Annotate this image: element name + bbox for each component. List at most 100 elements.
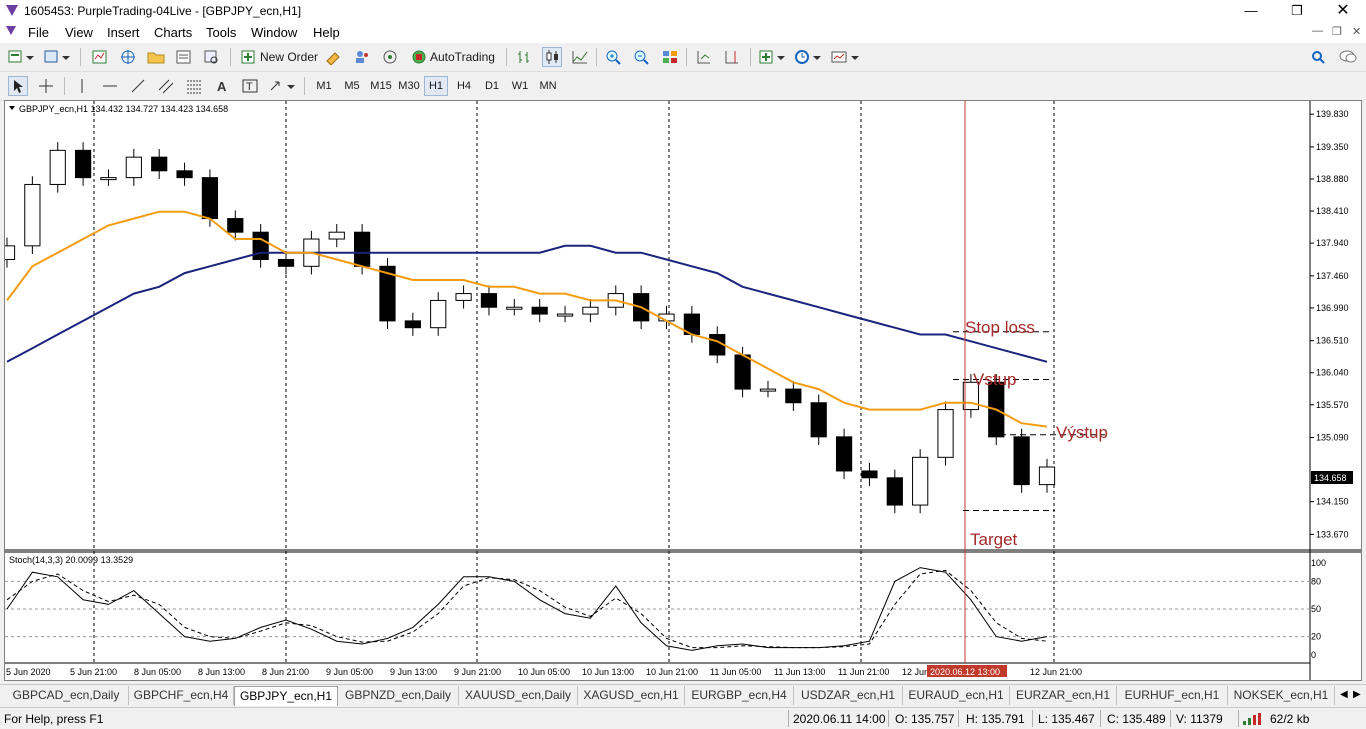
terminal-button[interactable] <box>174 47 194 67</box>
folder-star-icon <box>147 52 165 64</box>
menu-file[interactable]: File <box>28 25 49 40</box>
timeframe-w1[interactable]: W1 <box>508 76 532 96</box>
menu-help[interactable]: Help <box>313 25 340 40</box>
signals-button[interactable] <box>352 47 372 67</box>
navigator-button[interactable] <box>146 47 166 67</box>
stop-loss-annotation[interactable]: Stop loss <box>965 318 1035 337</box>
status-high: H: 135.791 <box>966 712 1025 726</box>
chat-icon <box>1339 50 1357 63</box>
tile-windows-icon <box>663 51 677 63</box>
standard-toolbar: New Order AutoTrading <box>0 43 1366 72</box>
trendline-button[interactable] <box>128 76 148 96</box>
text-tool-button[interactable]: A <box>212 76 232 96</box>
child-minimize-button[interactable]: — <box>1312 25 1323 37</box>
menu-view[interactable]: View <box>65 25 93 40</box>
new-order-button[interactable]: New Order <box>238 47 320 67</box>
tab-gbpnzd-daily[interactable]: GBPNZD_ecn,Daily <box>338 686 459 705</box>
crosshair-tool-button[interactable] <box>36 76 56 96</box>
exit-annotation[interactable]: Výstup <box>1056 423 1108 442</box>
minimize-button[interactable]: — <box>1228 0 1274 22</box>
time-axis-label: 9 Jun 21:00 <box>454 667 501 677</box>
close-button[interactable]: ✕ <box>1320 0 1366 22</box>
profiles-button[interactable] <box>44 47 70 67</box>
chart-menu-triangle-icon[interactable] <box>9 106 15 110</box>
time-axis-label: 10 Jun 21:00 <box>646 667 698 677</box>
crosshair-button[interactable] <box>118 47 138 67</box>
auto-trading-button[interactable]: AutoTrading <box>408 47 497 67</box>
timeframe-m5[interactable]: M5 <box>340 76 364 96</box>
indicators-button[interactable] <box>758 47 786 67</box>
timeframe-m30[interactable]: M30 <box>396 76 422 96</box>
metaeditor-button[interactable] <box>324 47 344 67</box>
timeframe-mn[interactable]: MN <box>536 76 560 96</box>
tab-usdzar-h1[interactable]: USDZAR_ecn,H1 <box>794 686 903 705</box>
tab-gbpchf-h4[interactable]: GBPCHF_ecn,H4 <box>129 686 234 705</box>
candle-body <box>24 183 41 247</box>
price-chart[interactable]: Stop loss Vstup Výstup Target GBPJPY_ecn… <box>5 101 1361 680</box>
tile-windows-button[interactable] <box>660 47 680 67</box>
vertical-line-button[interactable] <box>72 76 92 96</box>
timeframe-h4[interactable]: H4 <box>452 76 476 96</box>
candle-body <box>176 170 193 179</box>
tab-euraud-h1[interactable]: EURAUD_ecn,H1 <box>903 686 1010 705</box>
channel-button[interactable] <box>156 76 176 96</box>
timeframe-m15[interactable]: M15 <box>368 76 394 96</box>
horizontal-line-button[interactable] <box>100 76 120 96</box>
new-chart-button[interactable] <box>8 47 34 67</box>
chart-shift-button[interactable] <box>722 47 742 67</box>
auto-scroll-button[interactable] <box>694 47 714 67</box>
stoch-header: Stoch(14,3,3) 20.0099 13.3529 <box>9 555 133 565</box>
entry-annotation[interactable]: Vstup <box>973 370 1016 389</box>
timeframe-m1[interactable]: M1 <box>312 76 336 96</box>
child-window-icon[interactable] <box>6 26 16 35</box>
candle-body <box>582 306 599 315</box>
line-chart-button[interactable] <box>570 47 590 67</box>
arrows-button[interactable] <box>268 76 296 96</box>
tab-noksek-h1[interactable]: NOKSEK_ecn,H1 <box>1228 686 1335 705</box>
vps-button[interactable] <box>380 47 400 67</box>
tabs-left-arrow-icon[interactable]: ◀ <box>1340 689 1348 700</box>
child-restore-button[interactable]: ❐ <box>1332 25 1342 38</box>
strategy-tester-button[interactable] <box>202 47 222 67</box>
menu-insert[interactable]: Insert <box>107 25 140 40</box>
search-button[interactable] <box>1308 47 1328 67</box>
candlestick-button[interactable] <box>542 47 562 67</box>
menu-window[interactable]: Window <box>251 25 297 40</box>
crosshair-icon <box>39 79 53 93</box>
tab-gbpcad-daily[interactable]: GBPCAD_ecn,Daily <box>4 686 129 705</box>
fibonacci-icon <box>187 80 201 94</box>
chart-window[interactable]: Stop loss Vstup Výstup Target GBPJPY_ecn… <box>4 100 1362 681</box>
tab-eurgbp-h4[interactable]: EURGBP_ecn,H4 <box>685 686 794 705</box>
chat-button[interactable] <box>1338 47 1358 67</box>
candle-body <box>886 477 903 506</box>
market-watch-icon <box>92 50 107 64</box>
cursor-button[interactable] <box>8 76 28 96</box>
market-watch-button[interactable] <box>90 47 110 67</box>
time-axis-label: 10 Jun 13:00 <box>582 667 634 677</box>
menu-charts[interactable]: Charts <box>154 25 192 40</box>
menu-tools[interactable]: Tools <box>206 25 236 40</box>
templates-button[interactable] <box>830 47 860 67</box>
tab-gbpjpy-h1[interactable]: GBPJPY_ecn,H1 <box>234 686 338 706</box>
text-label-button[interactable]: T <box>240 76 260 96</box>
fibonacci-button[interactable] <box>184 76 204 96</box>
tab-eurzar-h1[interactable]: EURZAR_ecn,H1 <box>1010 686 1117 705</box>
ma-slow-line <box>6 244 1048 363</box>
target-annotation[interactable]: Target <box>970 530 1018 549</box>
timeframe-d1[interactable]: D1 <box>480 76 504 96</box>
tab-xauusd-daily[interactable]: XAUUSD_ecn,Daily <box>459 686 578 705</box>
zoom-out-button[interactable] <box>632 47 652 67</box>
timeframe-h1[interactable]: H1 <box>424 76 448 96</box>
time-axis-label: 12 Jun 21:00 <box>1030 667 1082 677</box>
child-close-button[interactable]: ✕ <box>1352 25 1361 38</box>
new-chart-icon <box>8 50 34 63</box>
tab-xagusd-h1[interactable]: XAGUSD_ecn,H1 <box>578 686 685 705</box>
svg-text:A: A <box>217 79 227 94</box>
periods-button[interactable] <box>794 47 822 67</box>
zoom-in-button[interactable] <box>604 47 624 67</box>
maximize-button[interactable]: ❐ <box>1274 0 1320 22</box>
tab-eurhuf-h1[interactable]: EURHUF_ecn,H1 <box>1117 686 1228 705</box>
tabs-right-arrow-icon[interactable]: ▶ <box>1353 689 1361 700</box>
status-time: 2020.06.11 14:00 <box>793 712 886 726</box>
bar-chart-button[interactable] <box>514 47 534 67</box>
